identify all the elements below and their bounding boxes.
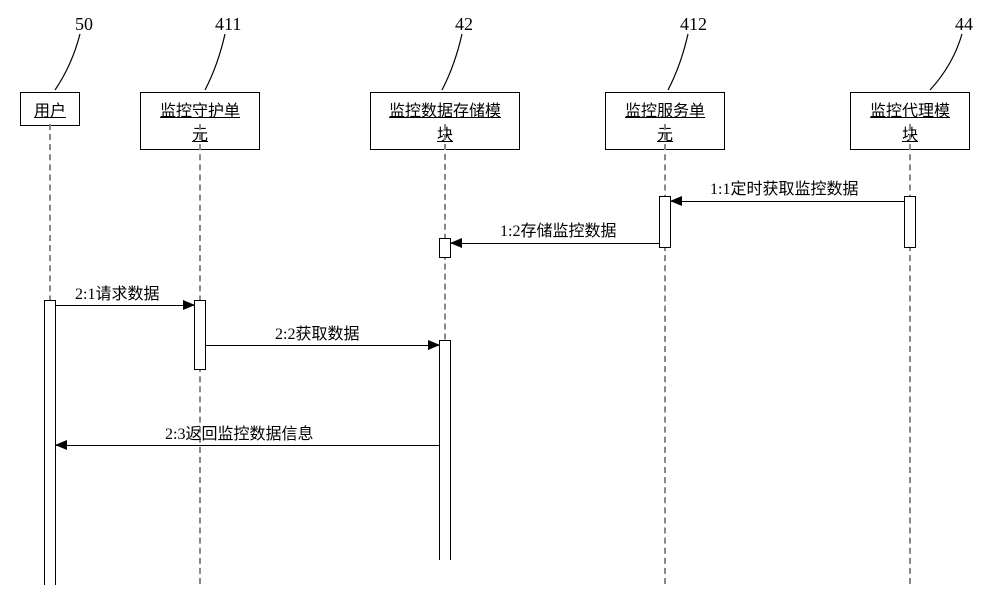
activation-daemon-2 — [194, 300, 206, 370]
msg-1-2-line — [451, 243, 659, 244]
participant-user: 用户 — [20, 92, 80, 126]
msg-2-2-line — [206, 345, 439, 346]
activation-storage-2 — [439, 340, 451, 560]
sequence-diagram: 50 411 42 412 44 用户 监控守护单元 监控数据存储模块 监控服务… — [0, 0, 1000, 594]
msg-1-1-label: 1:1定时获取监控数据 — [710, 175, 858, 199]
msg-2-2-label: 2:2获取数据 — [275, 320, 359, 344]
participant-user-label: 用户 — [34, 103, 66, 120]
msg-2-3-line — [56, 445, 439, 446]
msg-1-1-line — [671, 201, 904, 202]
msg-2-3-label: 2:3返回监控数据信息 — [165, 420, 313, 444]
lifeline-service — [664, 124, 666, 584]
msg-1-2-label: 1:2存储监控数据 — [500, 217, 616, 241]
lifeline-agent — [909, 124, 911, 584]
activation-agent-1 — [904, 196, 916, 248]
msg-2-1-line — [56, 305, 194, 306]
msg-2-1-label: 2:1请求数据 — [75, 280, 159, 304]
